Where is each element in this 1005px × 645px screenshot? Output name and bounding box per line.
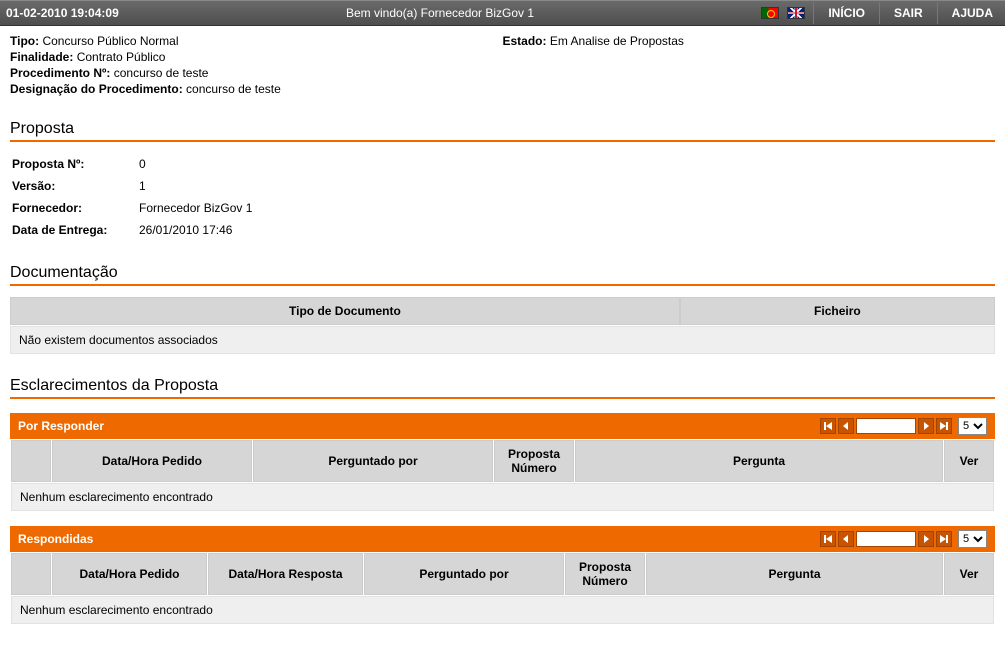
pager-page-input[interactable] [856,418,916,434]
band-answered: Respondidas 5 [10,526,995,552]
pager-first-icon[interactable] [820,418,836,434]
documents-table: Tipo de Documento Ficheiro Não existem d… [10,296,995,355]
topbar: 01-02-2010 19:04:09 Bem vindo(a) Fornece… [0,0,1005,26]
col-ver: Ver [944,553,994,595]
designacao-label: Designação do Procedimento: [10,82,183,96]
nav-divider [813,2,814,24]
section-divider [10,140,995,142]
designacao-value: concurso de teste [186,82,281,96]
section-title-proposta: Proposta [10,120,995,138]
versao-value: 1 [139,176,258,196]
section-divider [10,284,995,286]
finalidade-label: Finalidade: [10,50,73,64]
answered-empty-msg: Nenhum esclarecimento encontrado [11,596,994,624]
data-entrega-label: Data de Entrega: [12,220,137,240]
col-checkbox [11,553,51,595]
col-ficheiro: Ficheiro [680,297,995,325]
procedimento-n-value: concurso de teste [114,66,209,80]
grid-answered: Data/Hora Pedido Data/Hora Resposta Perg… [10,552,995,625]
nav-home[interactable]: INÍCIO [822,6,871,20]
col-tipo-documento: Tipo de Documento [10,297,680,325]
pager-prev-icon[interactable] [838,418,854,434]
pager-next-icon[interactable] [918,418,934,434]
tipo-label: Tipo: [10,34,39,48]
section-title-esclarecimentos: Esclarecimentos da Proposta [10,377,995,395]
pager-last-icon[interactable] [936,531,952,547]
nav-exit[interactable]: SAIR [888,6,929,20]
band-answered-title: Respondidas [18,532,820,546]
estado-label: Estado: [503,34,547,48]
procedimento-n-label: Procedimento Nº: [10,66,110,80]
tipo-value: Concurso Público Normal [42,34,178,48]
pager-size-select[interactable]: 5 [958,417,987,435]
fornecedor-label: Fornecedor: [12,198,137,218]
proposta-n-value: 0 [139,154,258,174]
grid-pending: Data/Hora Pedido Perguntado por Proposta… [10,439,995,512]
proposta-details: Proposta Nº:0 Versão:1 Fornecedor:Fornec… [10,152,260,242]
nav-help[interactable]: AJUDA [946,6,999,20]
pager-size-select[interactable]: 5 [958,530,987,548]
topbar-welcome: Bem vindo(a) Fornecedor BizGov 1 [119,6,762,20]
section-divider [10,397,995,399]
pager-pending: 5 [820,417,987,435]
col-pergunta: Pergunta [646,553,943,595]
data-entrega-value: 26/01/2010 17:46 [139,220,258,240]
fornecedor-value: Fornecedor BizGov 1 [139,198,258,218]
flag-pt-icon[interactable] [761,7,779,19]
documents-empty-msg: Não existem documentos associados [10,326,995,354]
section-title-documentacao: Documentação [10,264,995,282]
flag-uk-icon[interactable] [787,7,805,19]
pager-page-input[interactable] [856,531,916,547]
col-data-pedido: Data/Hora Pedido [52,440,252,482]
col-ver: Ver [944,440,994,482]
pager-next-icon[interactable] [918,531,934,547]
pager-last-icon[interactable] [936,418,952,434]
procedure-info: Tipo: Concurso Público Normal Finalidade… [10,32,995,98]
col-pergunta: Pergunta [575,440,943,482]
band-pending: Por Responder 5 [10,413,995,439]
col-data-resposta: Data/Hora Resposta [208,553,363,595]
pending-empty-msg: Nenhum esclarecimento encontrado [11,483,994,511]
col-proposta-n: Proposta Número [494,440,574,482]
col-perguntado: Perguntado por [253,440,493,482]
pager-first-icon[interactable] [820,531,836,547]
col-proposta-n: Proposta Número [565,553,645,595]
col-checkbox [11,440,51,482]
proposta-n-label: Proposta Nº: [12,154,137,174]
col-data-pedido: Data/Hora Pedido [52,553,207,595]
nav-divider [879,2,880,24]
band-pending-title: Por Responder [18,419,820,433]
estado-value: Em Analise de Propostas [550,34,684,48]
col-perguntado: Perguntado por [364,553,564,595]
pager-answered: 5 [820,530,987,548]
versao-label: Versão: [12,176,137,196]
finalidade-value: Contrato Público [77,50,166,64]
pager-prev-icon[interactable] [838,531,854,547]
topbar-datetime: 01-02-2010 19:04:09 [6,6,119,20]
nav-divider [937,2,938,24]
